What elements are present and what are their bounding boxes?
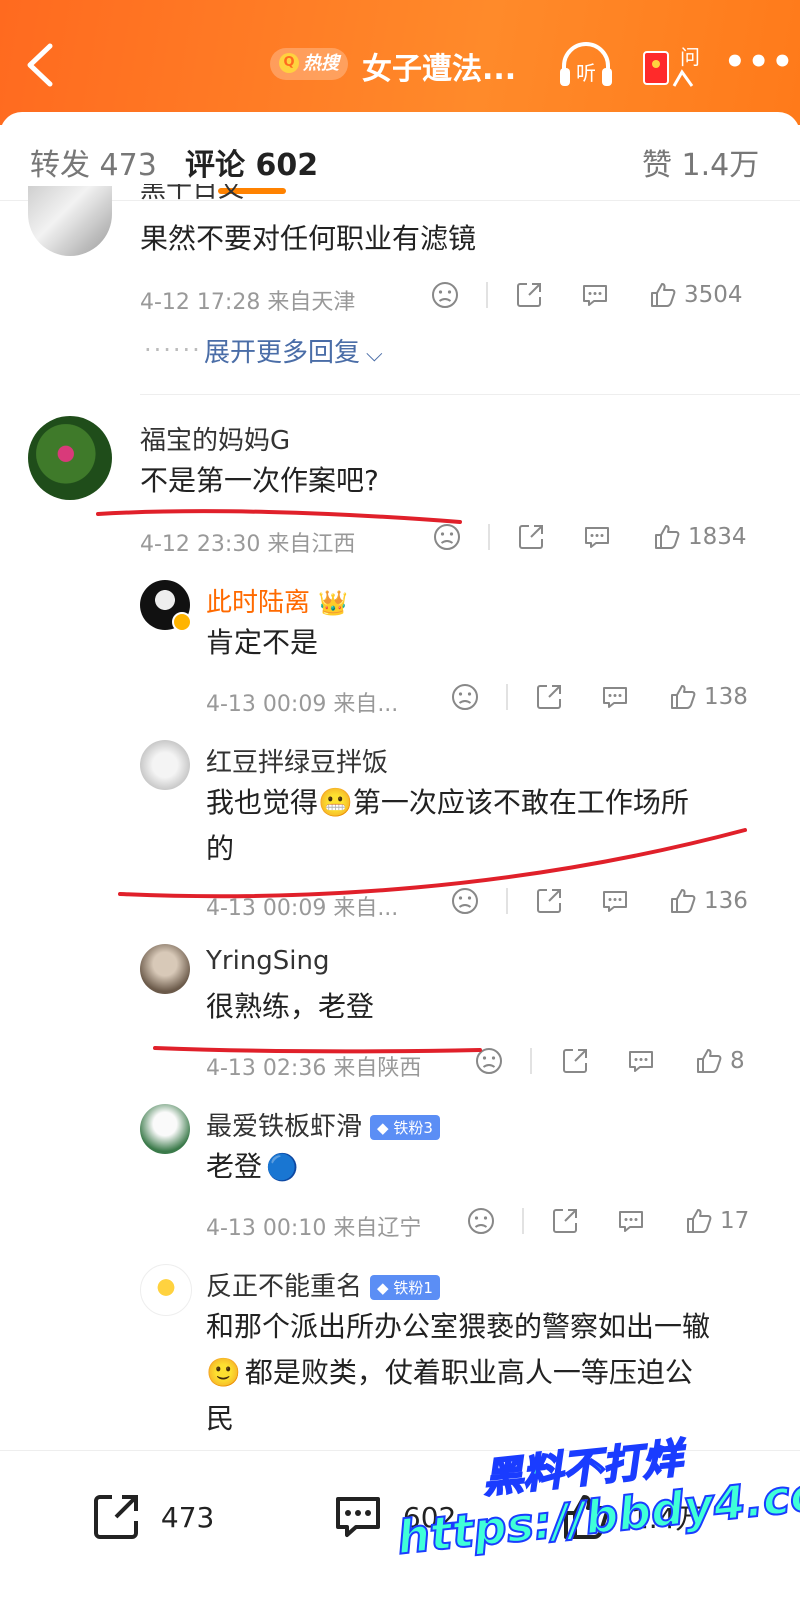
red-annotation-lines: [96, 509, 747, 1054]
share-icon: [94, 1495, 138, 1539]
bottom-repost-button[interactable]: 473: [90, 1491, 214, 1543]
comment-icon: [336, 1497, 380, 1537]
